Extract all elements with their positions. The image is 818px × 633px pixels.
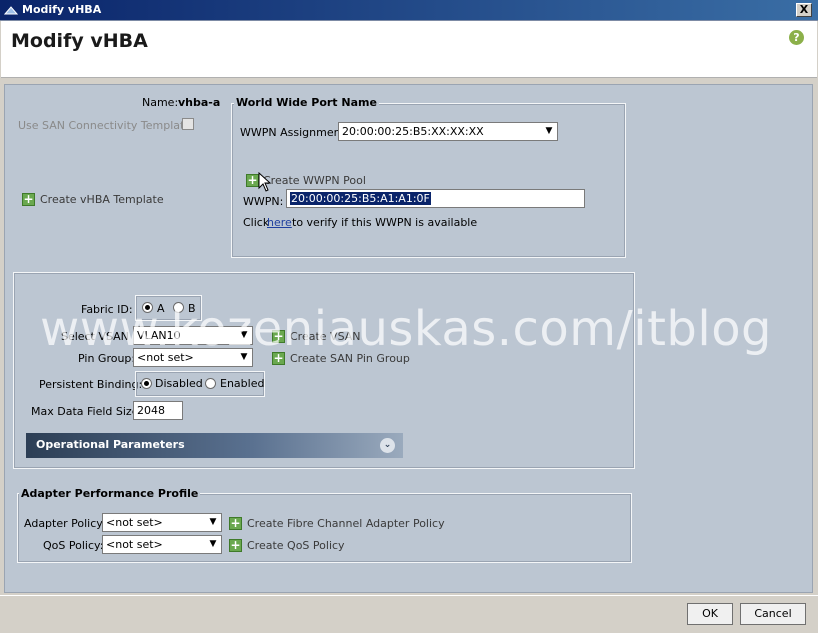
wwpn-assignment-select[interactable]: 20:00:00:25:B5:XX:XX:XX ▼ xyxy=(338,122,558,141)
verify-suffix: to verify if this WWPN is available xyxy=(292,216,478,229)
operational-parameters-label: Operational Parameters xyxy=(36,438,185,451)
max-data-field-value: 2048 xyxy=(137,404,165,417)
persistent-disabled-radio[interactable] xyxy=(141,378,152,389)
wwpn-group-title: World Wide Port Name xyxy=(234,96,379,109)
persistent-enabled-radio[interactable] xyxy=(205,378,216,389)
chevron-down-icon: ▼ xyxy=(541,123,557,140)
pin-group-value: <not set> xyxy=(137,351,194,364)
plus-icon[interactable]: + xyxy=(272,352,285,365)
wwpn-input-value: 20:00:00:25:B5:A1:A1:0F xyxy=(290,192,431,205)
adapter-policy-label: Adapter Policy: xyxy=(24,517,106,530)
fabric-a-radio[interactable] xyxy=(142,302,153,313)
close-icon: X xyxy=(799,3,809,16)
adapter-policy-value: <not set> xyxy=(106,516,163,529)
chevron-down-icon: ▼ xyxy=(236,349,252,366)
create-vhba-template-link[interactable]: Create vHBA Template xyxy=(40,193,164,206)
vsan-value: VLAN10 xyxy=(137,329,181,342)
verify-prefix: Click xyxy=(243,216,270,229)
name-value: vhba-a xyxy=(178,96,221,109)
window-title: Modify vHBA xyxy=(22,3,102,16)
operational-parameters-bar[interactable]: Operational Parameters ⌄ xyxy=(26,433,403,458)
wwpn-input[interactable]: 20:00:00:25:B5:A1:A1:0F xyxy=(286,189,585,208)
vsan-select[interactable]: VLAN10 ▼ xyxy=(133,326,253,345)
title-bar: Modify vHBA X xyxy=(0,0,818,21)
plus-icon[interactable]: + xyxy=(22,193,35,206)
plus-icon[interactable]: + xyxy=(229,539,242,552)
wwpn-assignment-label: WWPN Assignment: xyxy=(240,126,349,139)
chevron-down-icon: ▼ xyxy=(205,514,221,531)
window-icon xyxy=(4,6,18,15)
pin-group-label: Pin Group: xyxy=(78,352,136,365)
max-data-field-input[interactable]: 2048 xyxy=(133,401,183,420)
close-button[interactable]: X xyxy=(796,3,812,17)
use-template-label: Use SAN Connectivity Template: xyxy=(18,119,195,132)
adapter-group-title: Adapter Performance Profile xyxy=(19,487,201,500)
expand-icon[interactable]: ⌄ xyxy=(380,438,395,453)
plus-icon[interactable]: + xyxy=(229,517,242,530)
ok-button[interactable]: OK xyxy=(687,603,733,625)
fabric-b-radio[interactable] xyxy=(173,302,184,313)
max-data-field-label: Max Data Field Size: xyxy=(31,405,143,418)
dialog-header: Modify vHBA ? xyxy=(1,21,817,78)
fabric-b-label: B xyxy=(188,302,196,315)
verify-link[interactable]: here xyxy=(267,216,292,229)
persistent-binding-label: Persistent Binding: xyxy=(39,378,143,391)
wwpn-assignment-value: 20:00:00:25:B5:XX:XX:XX xyxy=(342,125,484,138)
qos-policy-value: <not set> xyxy=(106,538,163,551)
fabric-a-label: A xyxy=(157,302,165,315)
persistent-enabled-label: Enabled xyxy=(220,377,265,390)
qos-policy-label: QoS Policy: xyxy=(43,539,104,552)
use-template-checkbox[interactable] xyxy=(182,118,194,130)
dialog-footer: OK Cancel xyxy=(0,595,818,633)
vsan-label: Select VSAN xyxy=(61,330,129,343)
create-vsan-link[interactable]: Create VSAN xyxy=(290,330,361,343)
qos-policy-select[interactable]: <not set> ▼ xyxy=(102,535,222,554)
pin-group-select[interactable]: <not set> ▼ xyxy=(133,348,253,367)
create-san-pin-group-link[interactable]: Create SAN Pin Group xyxy=(290,352,410,365)
fabric-id-label: Fabric ID: xyxy=(81,303,133,316)
chevron-down-icon: ▼ xyxy=(236,327,252,344)
adapter-policy-select[interactable]: <not set> ▼ xyxy=(102,513,222,532)
create-fc-adapter-policy-link[interactable]: Create Fibre Channel Adapter Policy xyxy=(247,517,445,530)
help-icon[interactable]: ? xyxy=(789,30,804,45)
persistent-disabled-label: Disabled xyxy=(155,377,203,390)
wwpn-label: WWPN: xyxy=(243,195,284,208)
create-qos-policy-link[interactable]: Create QoS Policy xyxy=(247,539,345,552)
mouse-cursor-icon xyxy=(258,172,272,192)
create-wwpn-pool-link[interactable]: Create WWPN Pool xyxy=(263,174,366,187)
cancel-button[interactable]: Cancel xyxy=(740,603,806,625)
plus-icon[interactable]: + xyxy=(272,330,285,343)
page-title: Modify vHBA xyxy=(11,30,148,52)
dialog-content: Name: vhba-a Use SAN Connectivity Templa… xyxy=(4,84,813,593)
chevron-down-icon: ▼ xyxy=(205,536,221,553)
name-label: Name: xyxy=(142,96,179,109)
